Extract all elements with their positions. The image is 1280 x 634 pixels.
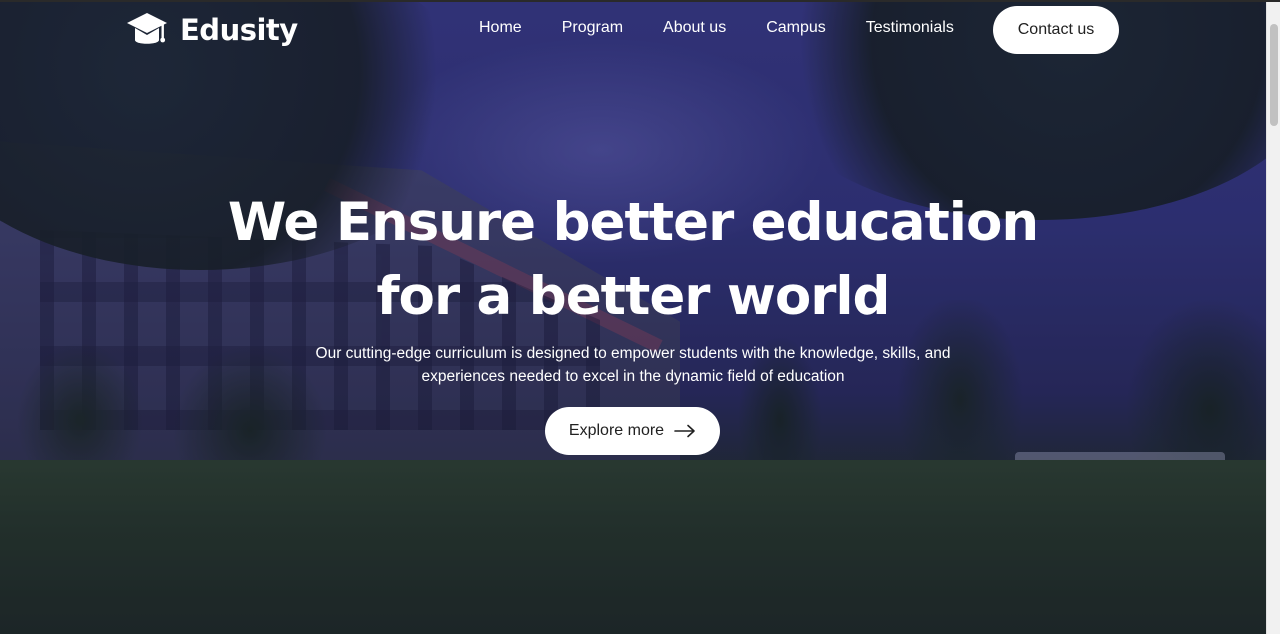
arrow-right-icon [674,424,695,438]
scrollbar-thumb[interactable] [1270,24,1278,126]
explore-more-label: Explore more [568,422,665,439]
hero-headline: We Ensure better education for a better … [183,186,1083,334]
scrollbar[interactable] [1266,0,1280,634]
hero-description-line-2: experiences needed to excel in the dynam… [421,368,845,385]
hero-headline-line-2: for a better world [376,266,891,327]
nav-item-about-us[interactable]: About us [663,19,726,37]
explore-more-button[interactable]: Explore more [545,407,720,455]
window-top-border [0,0,1280,2]
nav-item-campus[interactable]: Campus [766,19,826,37]
nav-item-home[interactable]: Home [479,19,522,37]
hero-description: Our cutting-edge curriculum is designed … [283,342,983,388]
navbar: Edusity Home Program About us Campus Tes… [0,0,1266,62]
brand-name: Edusity [180,13,298,47]
nav-menu: Home Program About us Campus Testimonial… [479,19,954,37]
brand-logo[interactable]: Edusity [126,10,298,50]
hero-description-line-1: Our cutting-edge curriculum is designed … [315,345,951,362]
nav-item-testimonials[interactable]: Testimonials [866,19,954,37]
hero-headline-line-1: We Ensure better education [227,192,1039,253]
contact-us-button[interactable]: Contact us [993,6,1119,54]
graduation-cap-icon [127,13,167,44]
nav-item-program[interactable]: Program [562,19,623,37]
